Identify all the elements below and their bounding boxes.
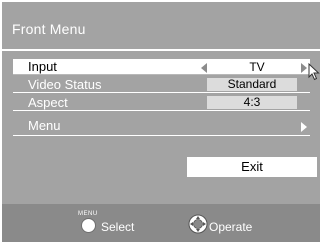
menu-row-input[interactable]: Input TV xyxy=(13,59,310,75)
select-label: Select xyxy=(101,220,135,234)
menu-label: Menu xyxy=(28,118,61,133)
input-value: TV xyxy=(249,60,265,74)
exit-button[interactable]: Exit xyxy=(187,157,317,177)
select-button-icon xyxy=(81,218,96,233)
aspect-label: Aspect xyxy=(28,95,68,110)
menu-row-menu[interactable]: Menu xyxy=(13,117,310,136)
submenu-arrow-icon xyxy=(301,122,307,132)
menu-row-aspect[interactable]: Aspect 4:3 xyxy=(13,96,310,111)
directional-pad-icon xyxy=(188,214,208,234)
menu-row-video-status[interactable]: Video Status Standard xyxy=(13,78,310,93)
left-arrow-icon[interactable] xyxy=(201,63,207,73)
title-divider xyxy=(2,49,320,51)
video-status-value: Standard xyxy=(207,78,297,91)
operate-label: Operate xyxy=(209,220,253,234)
menu-button-caption: MENU xyxy=(78,211,98,217)
menu-title: Front Menu xyxy=(12,21,86,37)
input-label: Input xyxy=(28,59,57,74)
video-status-label: Video Status xyxy=(28,77,102,92)
footer-bar xyxy=(2,204,320,242)
right-arrow-icon[interactable] xyxy=(301,63,307,73)
aspect-value: 4:3 xyxy=(207,96,297,109)
